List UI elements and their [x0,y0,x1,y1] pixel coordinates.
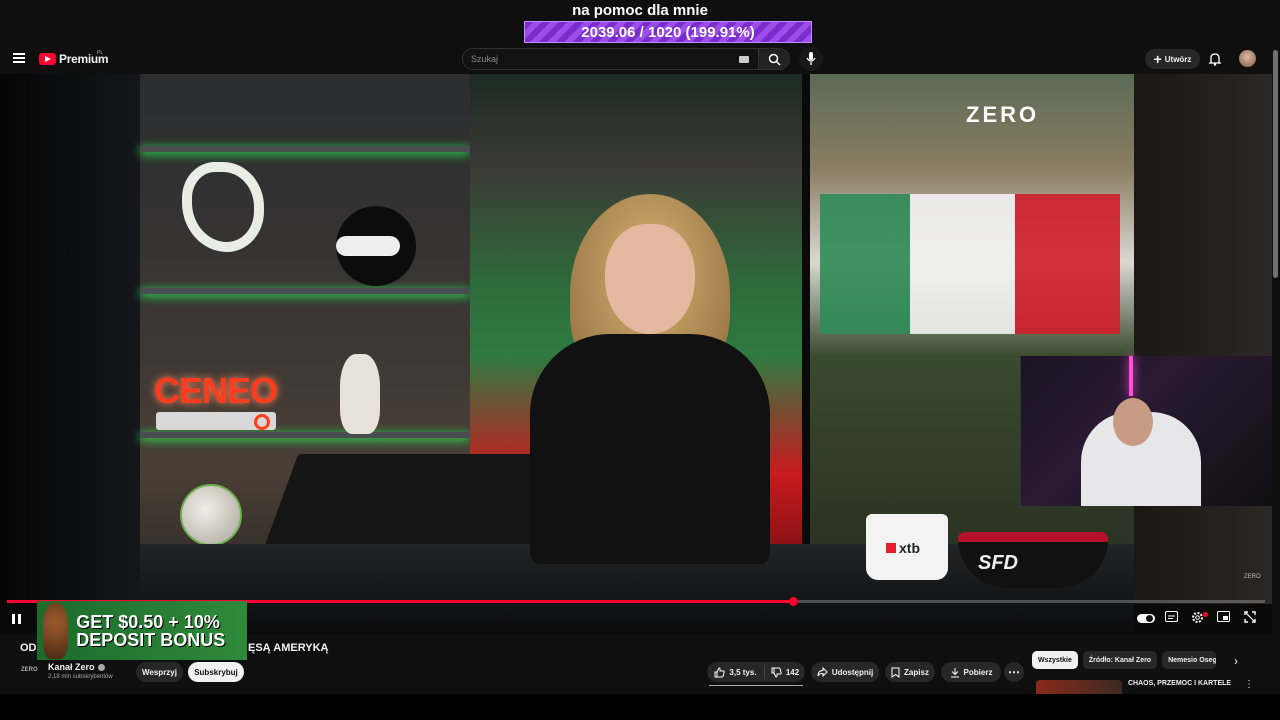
presenter [530,194,770,564]
page-scrollbar[interactable] [1273,50,1278,278]
more-dots-icon: ⋯ [1008,665,1020,679]
more-vertical-icon[interactable]: ⋮ [1244,679,1254,690]
webcam-neon-light [1129,356,1133,396]
video-watermark: ZERO [1244,574,1261,580]
stream-goal-text: 2039.06 / 1020 (199.91%) [581,23,755,41]
shelf [140,146,470,152]
search-input[interactable] [463,49,759,69]
download-button[interactable]: Pobierz [941,662,1001,682]
studio-background-right [1134,74,1272,604]
subscribe-button[interactable]: Subskrybuj [188,662,244,682]
shelf [140,288,470,294]
thumbs-up-icon [714,666,726,677]
dislike-button[interactable]: 142 [765,667,805,678]
video-title-end: ĘSĄ AMERYKĄ [248,642,329,654]
share-label: Udostępnij [831,667,874,677]
autoplay-toggle[interactable] [1137,614,1155,623]
bottom-strip [0,694,1280,720]
chip-source-channel[interactable]: Źródło: Kanał Zero [1082,651,1158,669]
support-button[interactable]: Wesprzyj [136,662,183,682]
video-title-start: OD [20,642,37,654]
keyboard-icon[interactable] [739,56,749,63]
download-icon [950,667,959,677]
channel-logo-on-screen: ZERO [966,102,1040,127]
presenter-face [605,224,695,334]
account-avatar[interactable] [1239,50,1256,67]
download-label: Pobierz [963,667,993,677]
settings-gear-icon[interactable] [1191,611,1204,624]
verified-icon [97,664,105,672]
search-icon [768,53,781,66]
recommended-video-thumbnail[interactable] [1036,680,1122,694]
video-player[interactable]: CENEO ZERO xtb SFD ZERO [0,74,1272,634]
chevron-right-icon[interactable]: › [1234,654,1238,668]
create-label: Utwórz [1164,54,1192,64]
masthead: Premium PL + Utwórz [0,44,1280,74]
ad-text: GET $0.50 + 10% DEPOSIT BONUS [76,611,226,650]
thumbs-down-icon [771,667,782,678]
more-actions-button[interactable]: ⋯ [1004,662,1024,682]
share-button[interactable]: Udostępnij [811,662,879,682]
recommended-video-title[interactable]: CHAOS, PRZEMOC I KARTELE [1128,680,1231,687]
subtitles-icon[interactable] [1165,611,1178,622]
save-button[interactable]: Zapisz [885,662,935,682]
stream-overlay-title: na pomoc dla mnie [572,2,708,19]
chip-topic[interactable]: Nemesio Oseg [1162,651,1217,669]
dislike-count: 142 [785,667,800,677]
decor-ball [336,206,416,286]
pause-icon[interactable] [12,614,22,624]
candy-bowl: SFD [958,532,1108,588]
ad-character-image [43,602,69,659]
menu-icon[interactable] [13,53,25,63]
miniplayer-icon[interactable] [1217,611,1230,622]
globe [180,484,242,546]
mug-brand: xtb [886,540,920,556]
voice-search-button[interactable] [799,47,823,71]
youtube-play-icon [39,53,56,65]
create-button[interactable]: + Utwórz [1145,49,1200,69]
save-label: Zapisz [904,667,929,677]
shelf [140,432,470,438]
like-underline [709,685,803,686]
mug: xtb [866,514,948,580]
youtube-watch-page: na pomoc dla mnie 2039.06 / 1020 (199.91… [0,0,1280,720]
chip-all[interactable]: Wszystkie [1032,651,1078,669]
related-filter-chips: Wszystkie Źródło: Kanał Zero Nemesio Ose… [1032,651,1217,669]
channel-avatar[interactable]: ZERO [21,667,38,673]
vase [340,354,380,434]
search-box[interactable] [462,48,760,70]
hd-badge [1203,612,1208,617]
microphone-icon [806,52,816,65]
studio-background-left [0,74,140,604]
streamer-webcam [1020,356,1272,506]
sculpture [182,162,264,252]
like-count: 3,5 tys. [729,667,757,677]
search-button[interactable] [758,48,790,70]
streamer-head [1113,398,1153,446]
like-button[interactable]: 3,5 tys. [707,665,765,679]
shelf-brand-searchbar [156,412,276,430]
subscriber-count: 2,18 mln subskrybentów [48,674,113,680]
channel-name-text[interactable]: Kanał Zero [48,662,95,672]
plus-icon: + [1153,51,1162,67]
stream-goal-bar: 2039.06 / 1020 (199.91%) [524,21,812,43]
notifications-bell-icon[interactable] [1208,52,1222,66]
presenter-body [530,334,770,564]
like-dislike-group: 3,5 tys. 142 [707,662,805,682]
bowl-brand: SFD [978,552,1018,574]
fullscreen-icon[interactable] [1244,611,1256,623]
bookmark-icon [891,667,900,678]
country-code: PL [97,50,104,56]
share-icon [817,667,828,677]
channel-name[interactable]: Kanał Zero [48,662,105,672]
ad-banner[interactable]: GET $0.50 + 10% DEPOSIT BONUS [37,601,247,660]
mexican-flag [820,194,1120,334]
shelf-brand-logo: CENEO [154,370,278,411]
laptop [261,454,569,554]
